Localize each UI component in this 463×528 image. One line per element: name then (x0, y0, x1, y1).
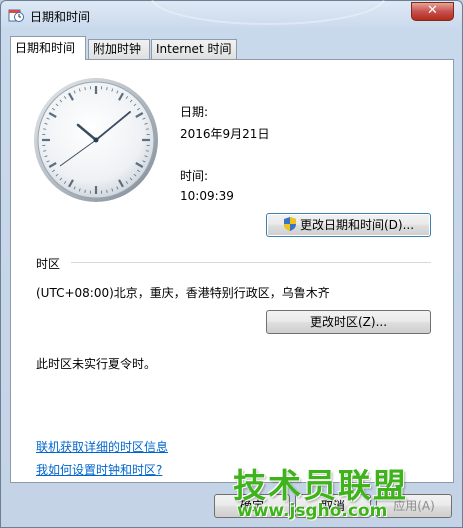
change-datetime-button[interactable]: 更改日期和时间(D)... (266, 213, 431, 237)
uac-shield-icon (283, 217, 296, 231)
tab-internet-time[interactable]: Internet 时间 (151, 39, 237, 59)
window-title: 日期和时间 (30, 10, 91, 24)
time-label: 时间: (180, 169, 209, 183)
tab-panel: 日期: 2016年9月21日 时间: 10:09:39 更改日期和时间(D)..… (10, 59, 454, 483)
tab-date-time[interactable]: 日期和时间 (10, 36, 86, 60)
datetime-app-icon (8, 9, 24, 22)
change-datetime-label: 更改日期和时间(D)... (299, 218, 415, 232)
tab-additional-clocks[interactable]: 附加时钟 (88, 39, 150, 59)
ok-button[interactable]: 确定 (214, 494, 290, 518)
date-label: 日期: (180, 105, 209, 119)
timezone-info-link[interactable]: 联机获取详细的时区信息 (36, 438, 168, 455)
apply-button[interactable]: 应用(A) (376, 494, 452, 518)
date-value: 2016年9月21日 (180, 127, 270, 141)
how-to-link[interactable]: 我如何设置时钟和时区? (36, 461, 162, 478)
dialog-window: 日期和时间 ✕ 日期和时间 附加时钟 Internet 时间 日期: 2016年… (0, 0, 463, 528)
dst-note: 此时区未实行夏令时。 (36, 357, 157, 371)
title-decoration (151, 0, 385, 25)
timezone-divider (71, 262, 431, 263)
analog-clock (34, 78, 158, 202)
time-value: 10:09:39 (180, 189, 234, 203)
timezone-section-label: 时区 (36, 257, 61, 271)
close-button[interactable]: ✕ (411, 2, 454, 21)
change-timezone-button[interactable]: 更改时区(Z)... (266, 310, 431, 334)
timezone-value: (UTC+08:00)北京，重庆，香港特别行政区，乌鲁木齐 (36, 286, 330, 300)
cancel-button[interactable]: 取消 (295, 494, 371, 518)
title-bar[interactable]: 日期和时间 ✕ (1, 0, 462, 31)
